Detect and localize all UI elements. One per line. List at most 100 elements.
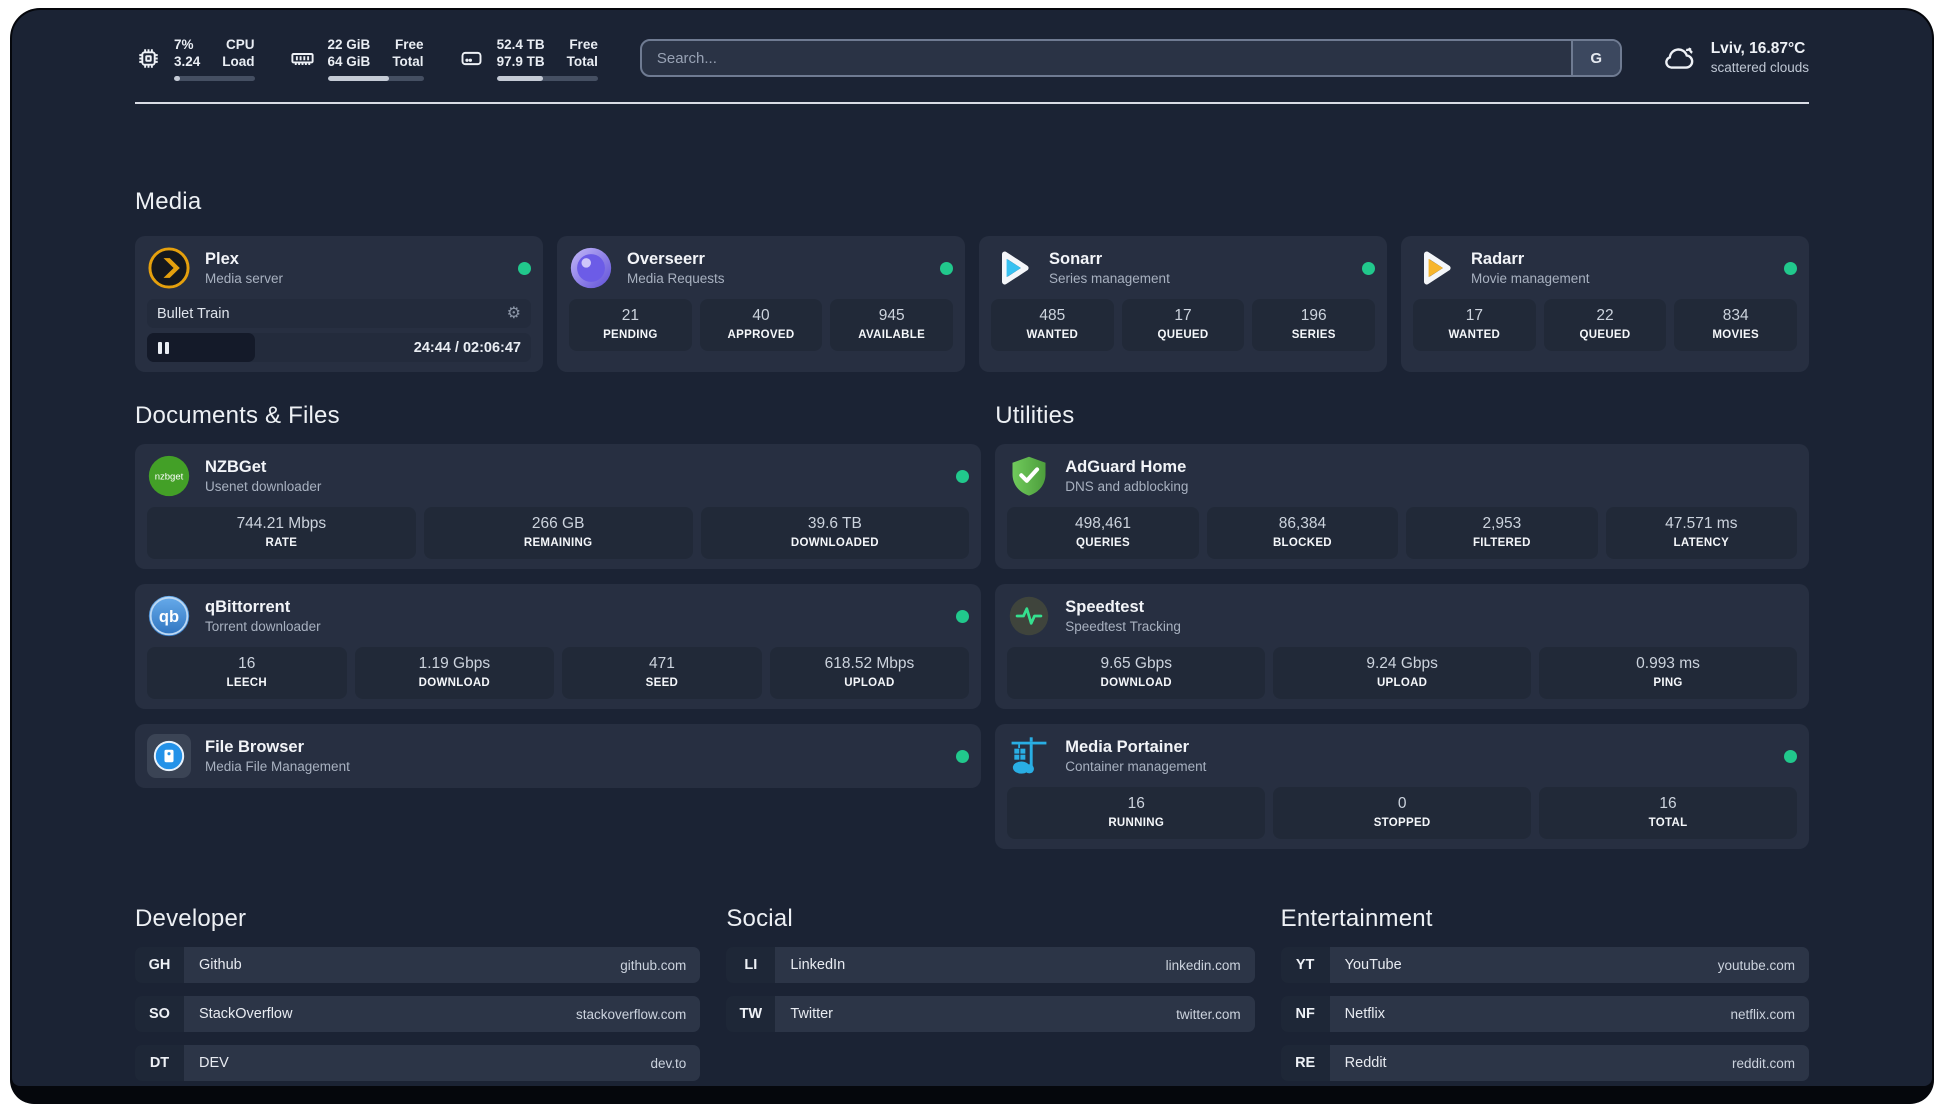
bookmark-url: stackoverflow.com — [576, 1006, 687, 1022]
stat-box: 40 APPROVED — [699, 299, 823, 351]
stat-value: 16 — [238, 655, 256, 672]
card-plex[interactable]: Plex Media server Bullet Train ⚙ 24:44 /… — [135, 236, 543, 372]
app-name: AdGuard Home — [1065, 458, 1187, 476]
playback-progress-bar[interactable]: 24:44 / 02:06:47 — [147, 333, 531, 362]
card-radarr[interactable]: Radarr Movie management 17 WANTED 22 QUEUE… — [1401, 236, 1809, 372]
card-portainer[interactable]: Media Portainer Container management 16 R… — [995, 724, 1809, 849]
stat-label: QUEUED — [1579, 329, 1631, 341]
status-dot — [956, 469, 970, 483]
radarr-icon — [1413, 246, 1457, 290]
plex-icon — [147, 246, 191, 290]
nzbget-icon: nzbget — [147, 454, 191, 498]
stat-label: BLOCKED — [1272, 537, 1332, 549]
bookmark-dev[interactable]: DT DEV dev.to — [135, 1045, 701, 1081]
stat-value: 618.52 Mbps — [824, 655, 915, 672]
search-engine-button[interactable]: G — [1570, 41, 1620, 75]
app-description: Container management — [1065, 759, 1207, 774]
stat-value: 21 — [621, 307, 639, 324]
weather-location-temp: Lviv, 16.87°C — [1710, 40, 1806, 57]
search-input[interactable] — [639, 39, 1622, 77]
stat-box: 16 TOTAL — [1539, 787, 1797, 839]
stat-box: 0.993 ms PING — [1539, 647, 1797, 699]
stat-label: APPROVED — [727, 329, 795, 341]
stat-box: 744.21 Mbps RATE — [147, 507, 416, 559]
stat-value: 485 — [1039, 307, 1066, 324]
app-description: Series management — [1049, 271, 1170, 286]
bookmark-linkedin[interactable]: LI LinkedIn linkedin.com — [726, 947, 1255, 983]
bookmark-url: reddit.com — [1731, 1055, 1795, 1071]
card-qbittorrent[interactable]: qb qBittorrent Torrent downloader 16 LEEC… — [135, 584, 982, 709]
bookmark-stackoverflow[interactable]: SO StackOverflow stackoverflow.com — [135, 996, 701, 1032]
card-adguard[interactable]: AdGuard Home DNS and adblocking 498,461 Q… — [995, 444, 1809, 569]
pause-icon[interactable] — [158, 341, 169, 354]
playback-time: 24:44 / 02:06:47 — [413, 339, 521, 356]
weather-condition: scattered clouds — [1710, 60, 1809, 75]
bookmark-url: twitter.com — [1176, 1006, 1241, 1022]
disk-total: 97.9 TB — [496, 53, 545, 69]
stat-label: DOWNLOADED — [790, 537, 879, 549]
status-dot — [940, 261, 953, 275]
card-nzbget[interactable]: nzbget NZBGet Usenet downloader 744.21 M… — [135, 444, 982, 569]
bookmark-youtube[interactable]: YT YouTube youtube.com — [1280, 947, 1809, 983]
stat-label: SERIES — [1291, 329, 1336, 341]
sys-stat-memory: 22 GiB 64 GiB Free Total — [289, 36, 424, 81]
bookmark-reddit[interactable]: RE Reddit reddit.com — [1280, 1045, 1809, 1081]
status-dot — [1362, 261, 1375, 275]
card-filebrowser[interactable]: File Browser Media File Management — [135, 724, 982, 788]
stat-label: QUERIES — [1076, 537, 1130, 549]
stat-box: 21 PENDING — [569, 299, 692, 351]
app-name: Media Portainer — [1065, 738, 1190, 756]
bookmark-url: github.com — [620, 957, 687, 973]
stat-box: 17 QUEUED — [1121, 299, 1245, 351]
stat-label: SEED — [645, 677, 679, 689]
bookmark-code: SO — [135, 996, 184, 1032]
bookmark-twitter[interactable]: TW Twitter twitter.com — [726, 996, 1255, 1032]
bookmark-netflix[interactable]: NF Netflix netflix.com — [1280, 996, 1809, 1032]
card-sonarr[interactable]: Sonarr Series management 485 WANTED 17 QUE… — [979, 236, 1387, 372]
bookmark-name: LinkedIn — [790, 957, 846, 973]
stat-value: 9.24 Gbps — [1366, 655, 1438, 672]
stat-box: 22 QUEUED — [1543, 299, 1667, 351]
settings-icon[interactable]: ⚙ — [507, 305, 521, 322]
stat-label: MOVIES — [1712, 329, 1759, 341]
app-description: Media Requests — [627, 271, 725, 286]
status-dot — [1784, 749, 1797, 763]
stat-value: 16 — [1659, 795, 1677, 812]
stat-label: PENDING — [603, 329, 658, 341]
stat-value: 0 — [1397, 795, 1407, 812]
portainer-icon — [1007, 734, 1051, 778]
stat-box: 618.52 Mbps UPLOAD — [769, 647, 970, 699]
stat-box: 498,461 QUERIES — [1007, 507, 1199, 559]
stat-box: 471 SEED — [562, 647, 762, 699]
card-speedtest[interactable]: Speedtest Speedtest Tracking 9.65 Gbps DO… — [995, 584, 1809, 709]
bookmark-name: YouTube — [1344, 957, 1402, 973]
app-description: Media File Management — [205, 759, 350, 774]
stat-box: 834 MOVIES — [1674, 299, 1798, 351]
cpu-progress-track — [174, 75, 255, 81]
section-developer: Developer GH Github github.com SO StackOv… — [135, 905, 701, 1081]
bookmark-url: dev.to — [650, 1055, 687, 1071]
stat-value: 40 — [752, 307, 770, 324]
stat-label: DOWNLOAD — [1100, 677, 1172, 689]
bookmark-code: GH — [135, 947, 184, 983]
disk-progress-fill — [496, 75, 544, 81]
card-overseerr[interactable]: Overseerr Media Requests 21 PENDING 40 APP… — [557, 236, 965, 372]
app-name: Overseerr — [627, 250, 705, 268]
speedtest-icon — [1007, 594, 1051, 638]
now-playing-title: Bullet Train — [157, 305, 230, 322]
stat-label: REMAINING — [523, 537, 593, 549]
app-description: Torrent downloader — [205, 619, 321, 634]
stat-value: 39.6 TB — [807, 515, 862, 532]
section-social: Social LI LinkedIn linkedin.com TW Twitte… — [726, 905, 1255, 1081]
filebrowser-icon — [147, 734, 191, 778]
stat-label: UPLOAD — [844, 677, 895, 689]
stat-box: 196 SERIES — [1252, 299, 1376, 351]
stat-box: 16 RUNNING — [1007, 787, 1266, 839]
bookmark-github[interactable]: GH Github github.com — [135, 947, 701, 983]
top-bar: 7% 3.24 CPU Load 22 GiB 64 GiB Free Total — [135, 32, 1809, 84]
ram-total: 64 GiB — [327, 53, 371, 69]
app-name: qBittorrent — [205, 598, 291, 616]
section-title-social: Social — [726, 905, 793, 932]
status-dot — [1784, 261, 1797, 275]
dashboard-panel: 7% 3.24 CPU Load 22 GiB 64 GiB Free Total — [12, 10, 1932, 1086]
